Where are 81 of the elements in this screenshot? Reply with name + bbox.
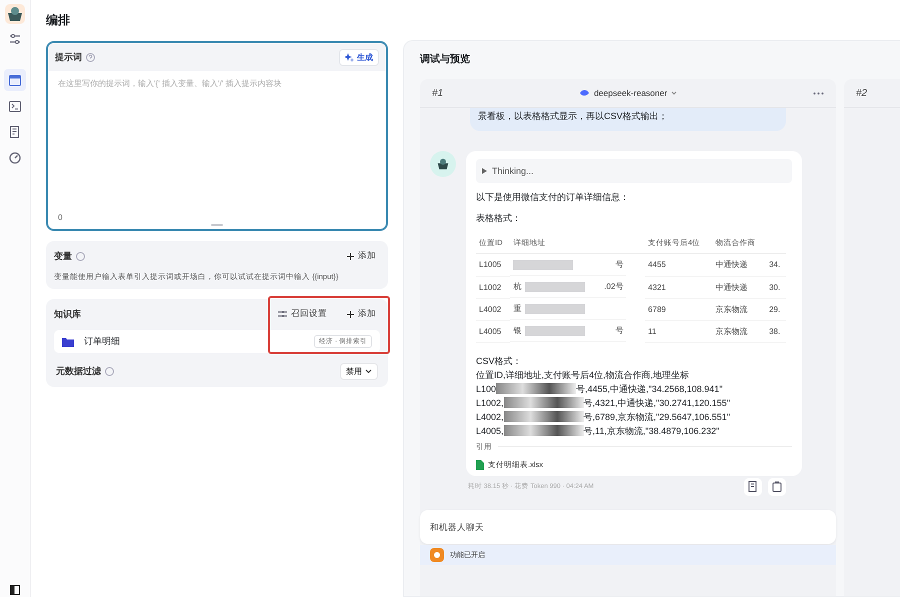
redaction-block — [525, 326, 586, 336]
table-cell: 4455 — [645, 254, 713, 276]
terminal-icon[interactable] — [9, 100, 21, 112]
csv-line: L4002, — [476, 410, 504, 424]
csv-line: L1002, — [476, 396, 504, 410]
redaction-block — [525, 282, 586, 292]
column-label: #2 — [856, 88, 868, 98]
table-cell: 30. — [766, 276, 786, 298]
redaction-block — [513, 260, 574, 270]
chevron-down-icon — [671, 91, 678, 95]
model-selector[interactable]: deepseek-reasoner — [572, 87, 684, 99]
recall-settings-button[interactable]: 召回设置 — [266, 308, 331, 320]
table-cell: 杭 — [513, 281, 522, 292]
section-title: 知识库 — [54, 308, 81, 320]
panel-title: 调试与预览 — [420, 52, 471, 66]
thinking-toggle[interactable]: Thinking... — [476, 159, 792, 183]
reply-text: 表格格式： — [476, 212, 522, 225]
add-button[interactable]: 添加 — [335, 308, 380, 320]
chat-input[interactable]: 和机器人聊天 — [420, 510, 836, 544]
gauge-icon[interactable] — [9, 152, 21, 164]
sparkle-icon — [345, 52, 354, 62]
csv-line: 号,4455,中通快递,"34.2568,108.941" — [576, 382, 723, 396]
document-icon[interactable] — [9, 126, 21, 138]
table-cell: 中通快递 — [712, 276, 766, 298]
csv-line: L100 — [476, 382, 496, 396]
panel-toggle-icon[interactable] — [10, 585, 20, 595]
window-icon[interactable] — [9, 74, 21, 86]
prompt-field[interactable]: 提示词 生成 在这里写你的提示词，输入'{' 插入变量、输入'/' 插入提示内容块 0 — [46, 41, 388, 231]
chevron-down-icon — [365, 369, 372, 374]
table-cell: 38. — [766, 320, 786, 342]
table-cell: 6789 — [645, 298, 713, 320]
resize-handle[interactable] — [211, 224, 223, 226]
bot-avatar — [430, 151, 456, 177]
table-cell: L4005 — [476, 320, 510, 342]
csv-line: L4005, — [476, 424, 504, 438]
filter-dropdown[interactable]: 禁用 — [340, 363, 378, 380]
table-cell: L4002 — [476, 298, 510, 320]
table-cell: L1002 — [476, 276, 510, 298]
column-label: #1 — [432, 88, 444, 98]
add-button[interactable]: 添加 — [335, 250, 380, 262]
plus-icon — [347, 310, 354, 318]
sliders-icon[interactable] — [9, 33, 21, 45]
table-cell: 号 — [615, 259, 624, 270]
redaction-block — [525, 304, 586, 314]
table-cell: 11 — [645, 320, 713, 342]
csv-line: 号,11,京东物流,"38.4879,106.232" — [584, 424, 720, 438]
table-cell: 京东物流 — [712, 298, 766, 320]
page-title: 编排 — [46, 12, 71, 29]
generate-button[interactable]: 生成 — [339, 48, 379, 66]
app-logo[interactable] — [5, 4, 25, 24]
table-cell: 中通快递 — [712, 254, 766, 276]
table-cell: 29. — [766, 298, 786, 320]
table-cell: 银 — [513, 325, 522, 336]
csv-line: 号,4321,中通快递,"30.2741,120.155" — [584, 396, 730, 410]
csv-line: 位置ID,详细地址,支付账号后4位,物流合作商,地理坐标 — [476, 368, 690, 382]
table-cell: 重 — [513, 303, 522, 314]
section-title: 提示词 — [55, 50, 82, 64]
table-cell: .02号 — [604, 281, 624, 292]
document-icon[interactable] — [744, 478, 762, 496]
filter-label: 元数据过滤 — [56, 365, 101, 378]
table-cell: L1005 — [476, 254, 510, 276]
spreadsheet-file-icon — [476, 460, 484, 470]
sliders-icon — [278, 310, 287, 318]
plus-icon — [347, 252, 354, 260]
more-icon[interactable] — [813, 92, 824, 94]
reply-text: CSV格式： — [476, 354, 523, 368]
table-cell: 34. — [766, 254, 786, 276]
triangle-icon — [482, 168, 487, 174]
copy-icon[interactable] — [768, 478, 786, 496]
section-title: 变量 — [54, 250, 72, 262]
nav-item[interactable] — [4, 69, 26, 91]
folder-icon — [62, 336, 74, 346]
table-cell: 4321 — [645, 276, 713, 298]
user-message: 景看板，以表格格式显示，再以CSV格式输出； — [470, 108, 786, 131]
character-count: 0 — [58, 213, 62, 222]
csv-line: 号,6789,京东物流,"29.5647,106.551" — [584, 410, 730, 424]
feature-icon — [430, 548, 444, 562]
reply-text: 以下是使用微信支付的订单详细信息： — [476, 191, 630, 204]
table-cell: 京东物流 — [712, 320, 766, 342]
table-cell: 号 — [615, 325, 624, 336]
knowledge-name: 订单明细 — [84, 335, 120, 348]
